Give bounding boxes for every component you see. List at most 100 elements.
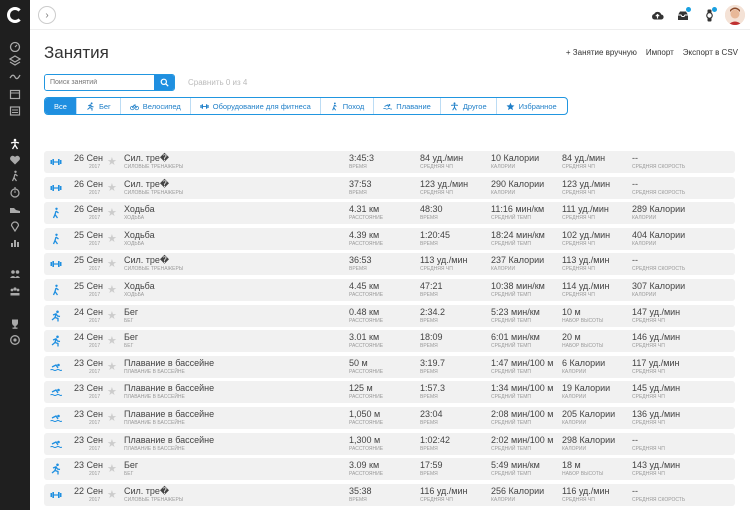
activity-row[interactable]: 23 Сен 2017 ★ Плавание в бассейне Плавание в… (44, 432, 735, 455)
activity-name[interactable]: Ходьба (124, 281, 155, 291)
stat-value: 1,300 м (349, 434, 381, 445)
activity-year: 2017 (89, 419, 101, 426)
reports-icon[interactable] (8, 237, 22, 249)
stat-value: 143 уд./мин (632, 460, 681, 471)
stopwatch-icon[interactable] (8, 186, 22, 198)
favorite-star-icon[interactable]: ★ (107, 309, 117, 322)
groups-icon[interactable] (8, 285, 22, 297)
add-manual-activity-link[interactable]: + Занятие вручную (566, 48, 637, 57)
activity-name[interactable]: Плавание в бассейне (124, 383, 214, 393)
chevron-right-icon: › (45, 9, 49, 21)
favorite-star-icon[interactable]: ★ (107, 206, 117, 219)
walk-icon[interactable] (8, 170, 22, 182)
activity-row[interactable]: 23 Сен 2017 ★ Плавание в бассейне Плавание в… (44, 406, 735, 429)
activity-row[interactable]: 25 Сен 2017 ★ Ходьба Ходьба 4.45 км Расстояние… (44, 278, 735, 301)
activity-name[interactable]: Ходьба (124, 230, 155, 240)
page-actions: + Занятие вручную Импорт Экспорт в CSV (566, 48, 738, 57)
upload-cloud-icon[interactable] (644, 0, 670, 30)
expand-sidebar-button[interactable]: › (38, 6, 56, 24)
activity-row[interactable]: 23 Сен 2017 ★ Плавание в бассейне Плавание в… (44, 355, 735, 378)
activity-stat: 11:16 мин/км Средний темп (491, 204, 544, 221)
stat-value: 111 уд./мин (562, 204, 609, 215)
favorite-star-icon[interactable]: ★ (107, 232, 117, 245)
filter-bike[interactable]: Велосипед (121, 98, 191, 114)
activity-name[interactable]: Бег (124, 332, 138, 342)
activity-row[interactable]: 23 Сен 2017 ★ Плавание в бассейне Плавание в… (44, 381, 735, 404)
activity-name[interactable]: Сил. тре� (124, 255, 169, 266)
favorite-star-icon[interactable]: ★ (107, 257, 117, 270)
stat-value: 307 Калории (632, 280, 686, 291)
insights-icon[interactable] (8, 70, 22, 82)
watch-device-icon[interactable] (696, 0, 722, 30)
inbox-icon[interactable] (670, 0, 696, 30)
filter-star[interactable]: Избранное (497, 98, 566, 114)
activity-row[interactable]: 26 Сен 2017 ★ Сил. тре� Силовые тренажеры 37:… (44, 176, 735, 199)
favorite-star-icon[interactable]: ★ (107, 334, 117, 347)
calendar-icon[interactable] (8, 88, 22, 100)
stat-label: Средняя ЧП (632, 343, 665, 350)
activity-row[interactable]: 25 Сен 2017 ★ Сил. тре� Силовые тренажеры 36:… (44, 253, 735, 276)
favorite-star-icon[interactable]: ★ (107, 411, 117, 424)
stat-label: Средняя скорость (632, 189, 686, 196)
activity-year: 2017 (89, 368, 101, 375)
dashboard-icon[interactable] (8, 40, 22, 52)
import-link[interactable]: Импорт (646, 48, 674, 57)
activity-name[interactable]: Плавание в бассейне (124, 435, 214, 445)
favorite-star-icon[interactable]: ★ (107, 155, 117, 168)
stat-value: 23:04 (420, 408, 443, 419)
filter-swim[interactable]: Плавание (374, 98, 441, 114)
filter-run[interactable]: Бег (77, 98, 121, 114)
avatar[interactable] (725, 5, 745, 25)
swim-icon (383, 102, 393, 111)
stat-label: Средний темп (491, 394, 532, 401)
compare-counter[interactable]: Сравнить 0 из 4 (188, 78, 247, 87)
stat-value: 147 уд./мин (632, 306, 681, 317)
favorite-star-icon[interactable]: ★ (107, 385, 117, 398)
favorite-star-icon[interactable]: ★ (107, 360, 117, 373)
activity-name[interactable]: Сил. тре� (124, 179, 169, 190)
activity-name[interactable]: Сил. тре� (124, 486, 169, 497)
activity-row[interactable]: 24 Сен 2017 ★ Бег Бег 0.48 км Расстояние 2:34.2… (44, 304, 735, 327)
search-input[interactable] (45, 75, 154, 90)
favorite-star-icon[interactable]: ★ (107, 462, 117, 475)
trophy-icon[interactable] (8, 318, 22, 330)
heart-icon[interactable] (8, 154, 22, 166)
swim-icon (49, 386, 63, 398)
activity-name[interactable]: Плавание в бассейне (124, 409, 214, 419)
logo-icon[interactable] (7, 7, 23, 23)
activity-row[interactable]: 22 Сен 2017 ★ Сил. тре� Силовые тренажеры 35:… (44, 483, 735, 506)
activity-name[interactable]: Плавание в бассейне (124, 358, 214, 368)
filter-dumbbell[interactable]: Оборудование для фитнеса (191, 98, 321, 114)
connections-icon[interactable] (8, 268, 22, 280)
favorite-star-icon[interactable]: ★ (107, 437, 117, 450)
activity-name[interactable]: Сил. тре� (124, 153, 169, 164)
activity-row[interactable]: 26 Сен 2017 ★ Сил. тре� Силовые тренажеры 3:4… (44, 151, 735, 173)
search-button[interactable] (154, 75, 174, 90)
activity-name[interactable]: Ходьба (124, 204, 155, 214)
shoe-icon[interactable] (8, 203, 22, 215)
favorite-star-icon[interactable]: ★ (107, 283, 117, 296)
stat-value: 113 уд./мин (420, 255, 468, 266)
favorite-star-icon[interactable]: ★ (107, 181, 117, 194)
activities-icon[interactable] (8, 138, 22, 150)
activity-row[interactable]: 25 Сен 2017 ★ Ходьба Ходьба 4.39 км Расстояние… (44, 227, 735, 250)
filter-all[interactable]: Все (45, 98, 77, 114)
badge-icon[interactable] (8, 334, 22, 346)
activity-row[interactable]: 24 Сен 2017 ★ Бег Бег 3.01 км Расстояние 18:09 В… (44, 330, 735, 353)
export-csv-link[interactable]: Экспорт в CSV (683, 48, 738, 57)
stat-value: 35:38 (349, 485, 372, 496)
stat-label: Калории (632, 215, 657, 222)
news-icon[interactable] (8, 105, 22, 117)
activity-name[interactable]: Бег (124, 460, 138, 470)
location-icon[interactable] (8, 220, 22, 232)
favorite-star-icon[interactable]: ★ (107, 488, 117, 501)
layers-icon[interactable] (8, 55, 22, 67)
filter-other[interactable]: Другое (441, 98, 497, 114)
filter-hike[interactable]: Поход (321, 98, 375, 114)
activity-name[interactable]: Бег (124, 307, 138, 317)
stat-label: Средняя ЧП (632, 471, 665, 478)
dumbbell-icon (49, 489, 63, 501)
stat-value: 4.31 км (349, 204, 380, 215)
activity-row[interactable]: 26 Сен 2017 ★ Ходьба Ходьба 4.31 км Расстояние… (44, 202, 735, 225)
activity-row[interactable]: 23 Сен 2017 ★ Бег Бег 3.09 км Расстояние 17:59 В… (44, 458, 735, 481)
